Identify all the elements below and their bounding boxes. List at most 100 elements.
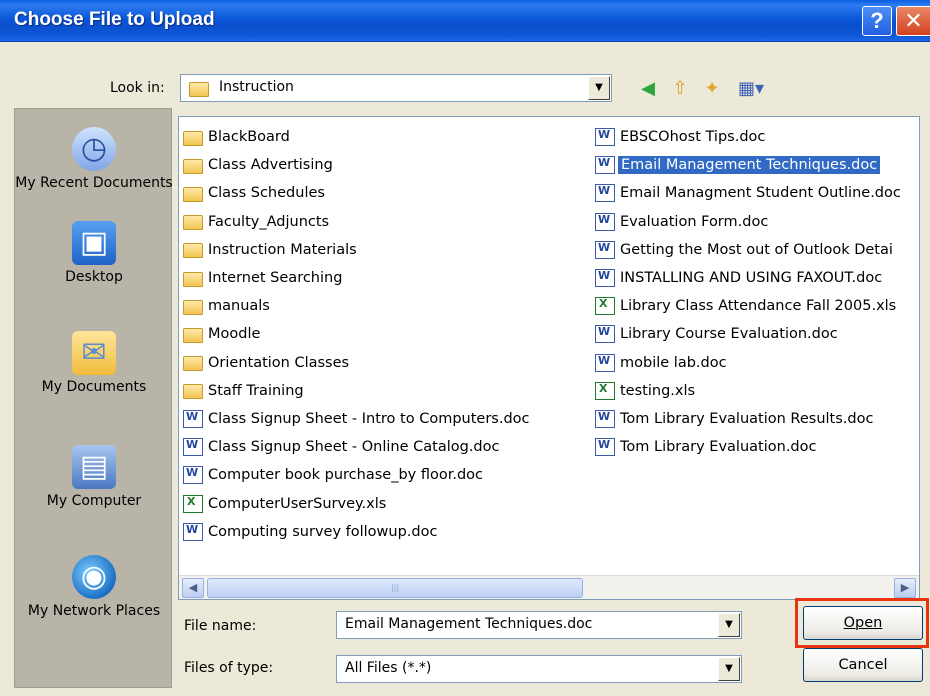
close-button[interactable]: ✕: [896, 6, 930, 36]
file-name-text: Library Course Evaluation.doc: [620, 326, 838, 343]
file-name-text: mobile lab.doc: [620, 354, 727, 371]
place-my-computer[interactable]: ▤ My Computer: [15, 445, 173, 510]
place-network[interactable]: ◉ My Network Places: [15, 555, 173, 620]
word-file-icon: [595, 156, 615, 175]
open-button[interactable]: Open: [803, 606, 923, 640]
scroll-right-icon[interactable]: ▶: [894, 578, 916, 598]
up-folder-icon[interactable]: ⇧: [668, 78, 692, 100]
view-menu-icon[interactable]: ▦▾: [734, 78, 768, 100]
file-type-label: Files of type:: [184, 660, 274, 676]
scroll-left-icon[interactable]: ◀: [182, 578, 204, 598]
title-bar: Choose File to Upload ? ✕: [0, 0, 930, 42]
file-list-item[interactable]: EBSCOhost Tips.doc: [595, 123, 919, 151]
file-list-item[interactable]: Email Management Techniques.doc: [595, 151, 919, 179]
excel-file-icon: [595, 297, 615, 316]
file-list-item[interactable]: Class Advertising: [183, 151, 591, 179]
look-in-label: Look in:: [110, 80, 165, 96]
file-list-item[interactable]: Class Signup Sheet - Online Catalog.doc: [183, 433, 591, 461]
file-list-item[interactable]: Getting the Most out of Outlook Detai: [595, 236, 919, 264]
new-folder-icon[interactable]: ✦: [700, 78, 724, 100]
file-name-text: Moodle: [208, 326, 261, 343]
folder-icon: [183, 384, 203, 400]
file-list-item[interactable]: BlackBoard: [183, 123, 591, 151]
file-name-text: Orientation Classes: [208, 354, 350, 371]
file-list-item[interactable]: Class Signup Sheet - Intro to Computers.…: [183, 405, 591, 433]
file-list-item[interactable]: Tom Library Evaluation Results.doc: [595, 405, 919, 433]
file-name-text: Tom Library Evaluation Results.doc: [620, 410, 874, 427]
file-name-text: BlackBoard: [208, 129, 290, 146]
file-list-item[interactable]: Class Schedules: [183, 179, 591, 207]
back-icon[interactable]: ◀: [636, 78, 660, 100]
file-list-item[interactable]: mobile lab.doc: [595, 349, 919, 377]
file-type-value: All Files (*.*): [345, 660, 432, 676]
word-file-icon: [183, 522, 203, 541]
file-name-text: testing.xls: [620, 382, 696, 399]
horizontal-scrollbar[interactable]: ◀ ||| ▶: [179, 575, 919, 599]
folder-icon: [183, 215, 203, 231]
file-list-item[interactable]: Faculty_Adjuncts: [183, 208, 591, 236]
file-list-item[interactable]: ComputerUserSurvey.xls: [183, 489, 591, 517]
file-name-text: Getting the Most out of Outlook Detai: [620, 241, 893, 258]
file-list-item[interactable]: testing.xls: [595, 377, 919, 405]
file-column-1: BlackBoard Class Advertising Class Schedul…: [183, 123, 591, 546]
cancel-button[interactable]: Cancel: [803, 648, 923, 682]
folder-icon: [183, 130, 203, 146]
word-file-icon: [183, 466, 203, 485]
scrollbar-thumb[interactable]: |||: [207, 578, 583, 598]
file-list-item[interactable]: INSTALLING AND USING FAXOUT.doc: [595, 264, 919, 292]
place-label: My Documents: [41, 379, 147, 395]
folder-icon: [183, 158, 203, 174]
file-list-item[interactable]: Orientation Classes: [183, 349, 591, 377]
chevron-down-icon[interactable]: ▼: [588, 76, 610, 100]
file-list-item[interactable]: Library Course Evaluation.doc: [595, 320, 919, 348]
places-bar: ◷ My Recent Documents ▣ Desktop ✉ My Doc…: [14, 108, 173, 688]
word-file-icon: [595, 128, 615, 147]
file-list-item[interactable]: Computer book purchase_by floor.doc: [183, 461, 591, 489]
folder-icon: [183, 271, 203, 287]
file-name-text: ComputerUserSurvey.xls: [208, 495, 387, 512]
word-file-icon: [595, 325, 615, 344]
file-list-item[interactable]: Tom Library Evaluation.doc: [595, 433, 919, 461]
file-name-input[interactable]: Email Management Techniques.doc ▼: [336, 611, 742, 639]
file-list-item[interactable]: Email Managment Student Outline.doc: [595, 179, 919, 207]
folder-icon: [183, 299, 203, 315]
file-name-text: Staff Training: [208, 382, 304, 399]
file-list-item[interactable]: manuals: [183, 292, 591, 320]
file-list-item[interactable]: Library Class Attendance Fall 2005.xls: [595, 292, 919, 320]
file-list-item[interactable]: Computing survey followup.doc: [183, 518, 591, 546]
file-list-item[interactable]: Instruction Materials: [183, 236, 591, 264]
place-desktop[interactable]: ▣ Desktop: [15, 221, 173, 286]
file-name-text: manuals: [208, 298, 270, 315]
chevron-down-icon[interactable]: ▼: [718, 657, 740, 681]
excel-file-icon: [183, 494, 203, 513]
file-list-item[interactable]: Staff Training: [183, 377, 591, 405]
word-file-icon: [595, 212, 615, 231]
word-file-icon: [595, 269, 615, 288]
file-type-select[interactable]: All Files (*.*) ▼: [336, 655, 742, 683]
place-label: My Computer: [46, 493, 142, 509]
file-name-text: Evaluation Form.doc: [620, 213, 769, 230]
file-name-text: INSTALLING AND USING FAXOUT.doc: [620, 270, 883, 287]
chevron-down-icon[interactable]: ▼: [718, 613, 740, 637]
file-column-2: EBSCOhost Tips.doc Email Management Techn…: [595, 123, 919, 461]
look-in-value: Instruction: [219, 79, 294, 95]
folder-icon: [183, 186, 203, 202]
file-list-item[interactable]: Evaluation Form.doc: [595, 208, 919, 236]
recent-documents-icon: ◷: [72, 127, 116, 171]
file-list-item[interactable]: Internet Searching: [183, 264, 591, 292]
folder-icon: [183, 327, 203, 343]
place-recent[interactable]: ◷ My Recent Documents: [15, 127, 173, 192]
open-button-label: Open: [843, 615, 883, 631]
word-file-icon: [595, 353, 615, 372]
my-documents-icon: ✉: [72, 331, 116, 375]
file-name-text: Tom Library Evaluation.doc: [620, 439, 817, 456]
file-name-text: Internet Searching: [208, 270, 343, 287]
place-my-documents[interactable]: ✉ My Documents: [15, 331, 173, 396]
file-list[interactable]: BlackBoard Class Advertising Class Schedul…: [178, 116, 920, 600]
help-button[interactable]: ?: [862, 6, 892, 36]
place-label: Desktop: [65, 269, 123, 285]
file-list-item[interactable]: Moodle: [183, 320, 591, 348]
look-in-combo[interactable]: Instruction ▼: [180, 74, 612, 102]
network-places-icon: ◉: [72, 555, 116, 599]
file-name-text: Faculty_Adjuncts: [208, 213, 330, 230]
